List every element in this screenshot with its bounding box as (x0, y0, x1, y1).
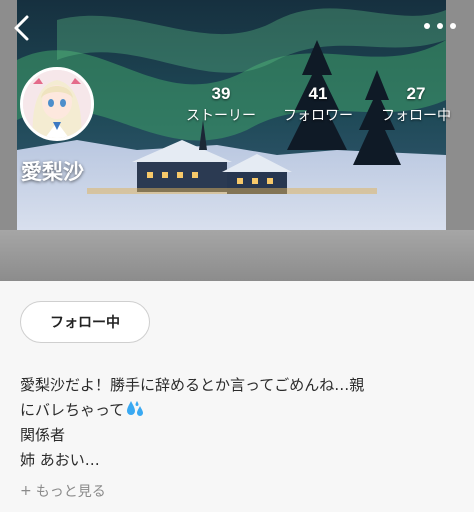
chevron-left-icon (14, 15, 29, 41)
cover-board (0, 230, 474, 281)
plus-icon: + (20, 483, 32, 499)
stat-label: ストーリー (186, 108, 256, 124)
profile-body: フォロー中 愛梨沙だよ！勝手に辞めるとか言ってごめんね…親 にバレちゃって 関係… (0, 281, 474, 512)
bio-line-with-emoji: にバレちゃって (20, 398, 460, 423)
stat-count: 39 (211, 84, 231, 103)
stat-following[interactable]: 27 フォロー中 (374, 84, 458, 127)
profile-cover: 39 ストーリー 41 フォロワー 27 フォロー中 愛梨沙 (0, 0, 474, 281)
bio-line: 関係者 (20, 426, 66, 444)
bio: 愛梨沙だよ！勝手に辞めるとか言ってごめんね…親 にバレちゃって 関係者 姉 あお… (20, 373, 460, 473)
bio-line: 姉 あおい… (20, 451, 100, 469)
more-dots-icon (424, 23, 430, 29)
sweat-drops-icon (127, 401, 144, 416)
following-button[interactable]: フォロー中 (20, 301, 150, 343)
stat-count: 41 (308, 84, 328, 103)
more-options-button[interactable] (424, 16, 456, 36)
more-dots-icon (437, 23, 443, 29)
bio-line: 愛梨沙だよ！勝手に辞めるとか言ってごめんね…親 (20, 376, 365, 394)
stat-followers[interactable]: 41 フォロワー (277, 84, 359, 127)
stat-stories[interactable]: 39 ストーリー (180, 84, 262, 127)
stat-label: フォロー中 (381, 108, 451, 124)
avatar[interactable] (20, 67, 94, 141)
show-more-link[interactable]: + もっと見る (20, 481, 106, 501)
username: 愛梨沙 (21, 160, 84, 184)
back-button[interactable] (10, 14, 34, 42)
profile-page: 39 ストーリー 41 フォロワー 27 フォロー中 愛梨沙 フォロー中 愛梨沙… (0, 0, 474, 512)
bio-text: にバレちゃって (20, 401, 125, 419)
stat-count: 27 (406, 84, 426, 103)
show-more-label: もっと見る (35, 484, 106, 500)
stat-label: フォロワー (283, 108, 353, 124)
more-dots-icon (450, 23, 456, 29)
